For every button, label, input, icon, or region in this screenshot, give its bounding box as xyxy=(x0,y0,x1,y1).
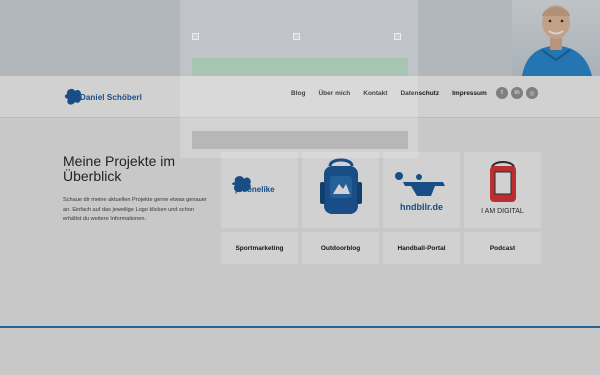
handball-player-icon xyxy=(395,172,445,196)
project-tile-pluonelike[interactable]: pluonelike xyxy=(221,152,298,228)
project-label-outdoorblog[interactable]: Outdoorblog xyxy=(302,232,379,264)
cookie-option-essential[interactable] xyxy=(192,33,202,40)
footer-area xyxy=(0,330,600,375)
logo-text: Daniel Schöberl xyxy=(80,92,142,102)
checkbox-icon xyxy=(394,33,401,40)
twitter-icon[interactable]: t xyxy=(496,87,508,99)
checkbox-icon xyxy=(293,33,300,40)
linkedin-icon[interactable]: in xyxy=(511,87,523,99)
section-description: Schaue dir meine aktuellen Projekte gern… xyxy=(63,197,207,222)
pluonelike-logo-text: pluonelike xyxy=(235,185,275,194)
social-links: t in ◎ xyxy=(496,87,538,99)
cookie-individual-settings-button[interactable] xyxy=(192,131,408,149)
site-logo[interactable]: Daniel Schöberl xyxy=(64,86,142,108)
cookie-consent-dialog xyxy=(180,0,418,158)
cookie-option-external[interactable] xyxy=(394,33,404,40)
backpack-icon xyxy=(320,158,362,214)
cookie-accept-button[interactable] xyxy=(192,58,408,76)
podcast-logo-text: I AM DIGITAL xyxy=(481,208,524,215)
profile-photo xyxy=(512,0,600,76)
project-label-podcast[interactable]: Podcast xyxy=(464,232,541,264)
project-label-sportmarketing[interactable]: Sportmarketing xyxy=(221,232,298,264)
section-title: Meine Projekte im Überblick xyxy=(63,153,176,184)
nav-item-impressum[interactable]: Impressum xyxy=(452,89,487,99)
project-label-handball-portal[interactable]: Handball-Portal xyxy=(383,232,460,264)
podcast-phone-icon xyxy=(490,161,516,202)
project-tile-hndbllr[interactable]: hndbllr.de xyxy=(383,152,460,228)
project-tile-outdoor[interactable] xyxy=(302,152,379,228)
project-tile-podcast[interactable]: I AM DIGITAL xyxy=(464,152,541,228)
section-divider xyxy=(0,304,600,328)
instagram-icon[interactable]: ◎ xyxy=(526,87,538,99)
checkbox-icon xyxy=(192,33,199,40)
hndbllr-logo-text: hndbllr.de xyxy=(399,202,443,212)
cookie-option-statistics[interactable] xyxy=(293,33,303,40)
cookie-options xyxy=(192,33,404,40)
